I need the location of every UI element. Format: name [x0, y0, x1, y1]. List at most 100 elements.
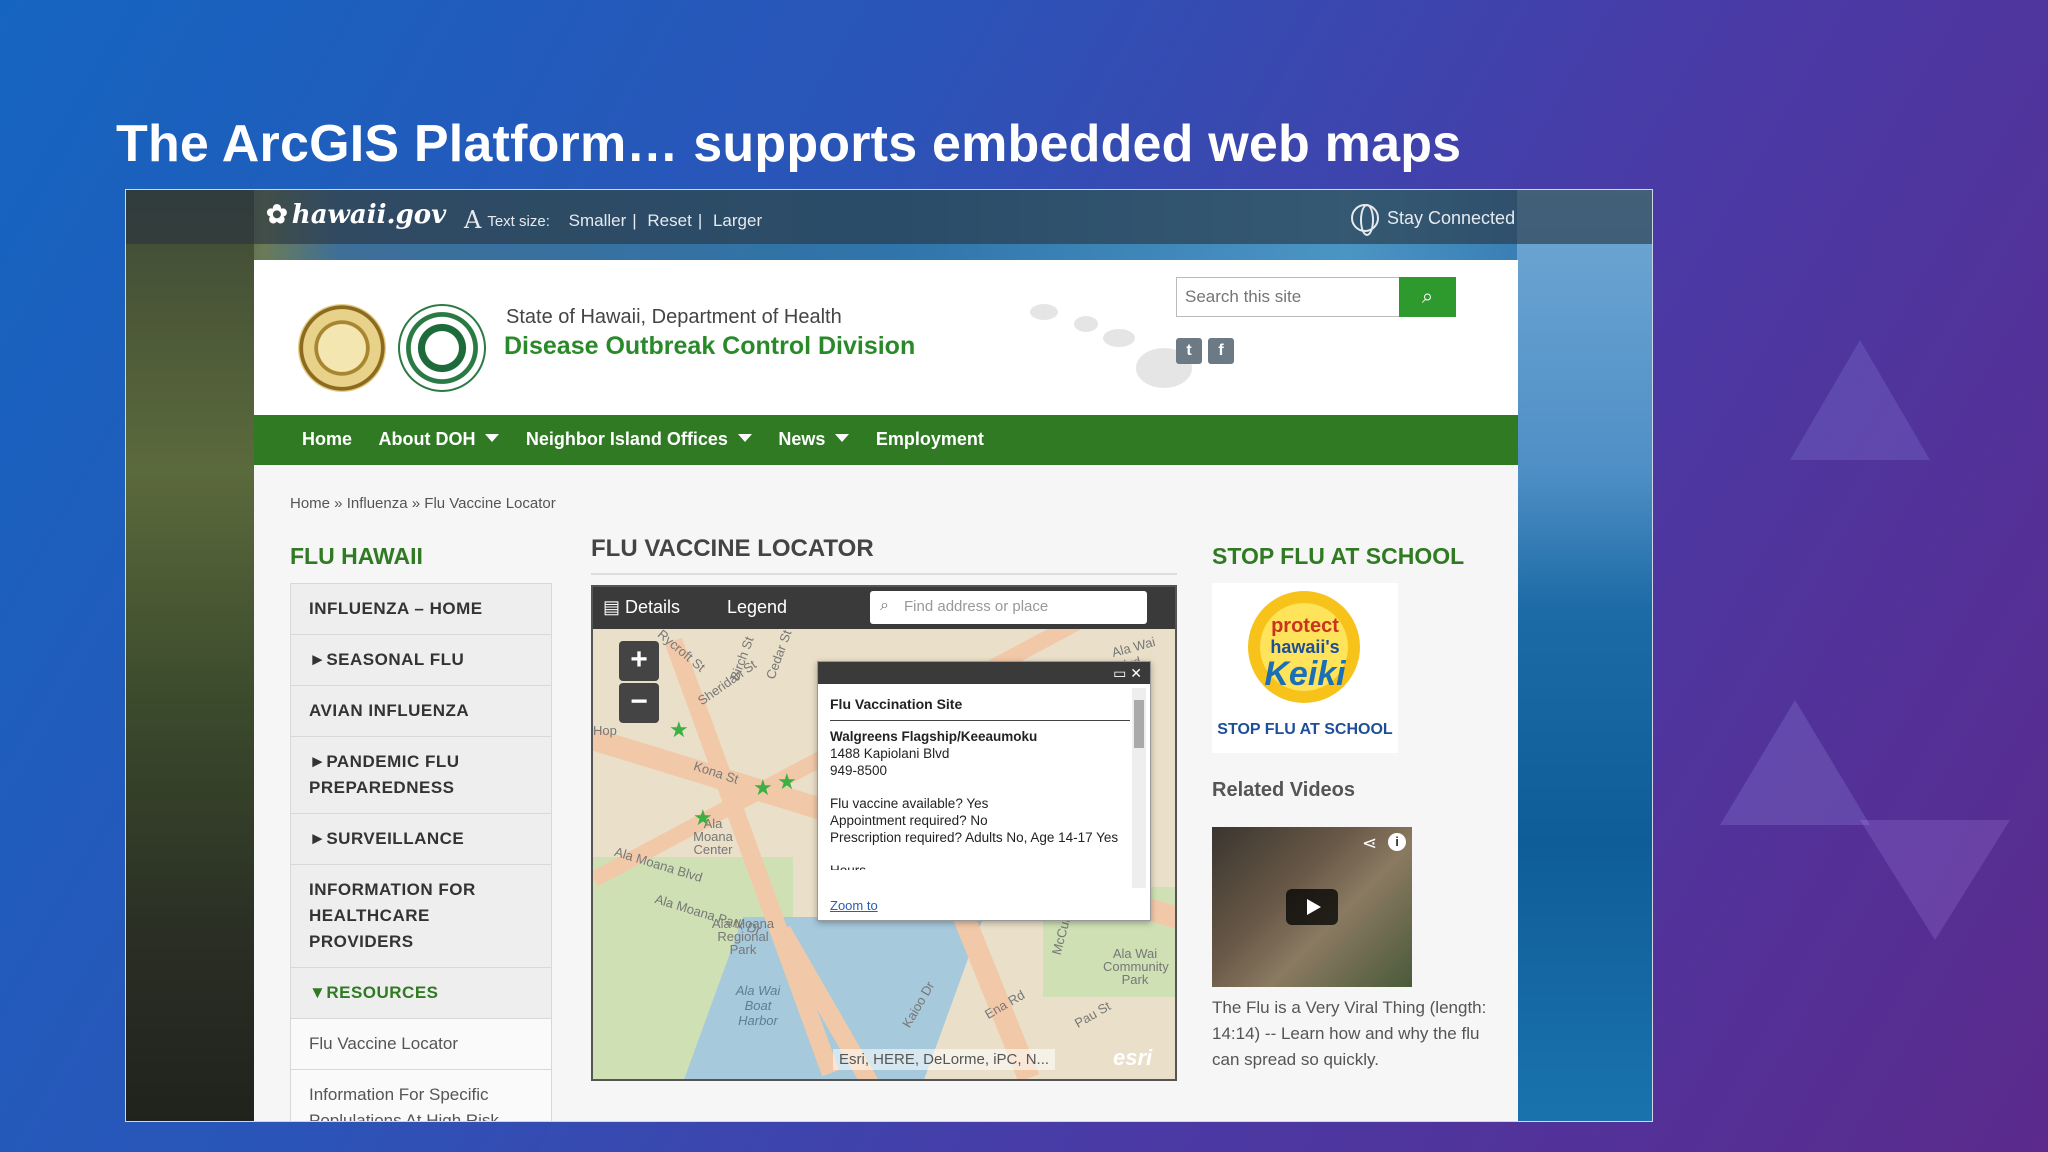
hawaii-gov-logo[interactable]: ✿ hawaii.gov [266, 200, 446, 230]
main-nav: Home About DOH Neighbor Island Offices N… [254, 415, 1518, 465]
map-attribution: Esri, HERE, DeLorme, iPC, N... [833, 1049, 1056, 1070]
social-links: tf [1176, 338, 1240, 364]
separator: | [632, 211, 637, 230]
zoom-to-link[interactable]: Zoom to [830, 898, 878, 913]
breadcrumb-influenza[interactable]: Influenza [347, 495, 408, 512]
map-label: Ala Wai Community Park [1103, 946, 1169, 987]
text-reset-link[interactable]: Reset [647, 211, 691, 230]
info-icon[interactable]: i [1388, 833, 1406, 851]
stay-connected-label: Stay Connected [1387, 208, 1516, 228]
vaccine-site-marker[interactable]: ★ [669, 719, 689, 741]
video-thumbnail[interactable]: ⋖ i [1212, 827, 1412, 987]
popup-title: Flu Vaccination Site [830, 696, 963, 712]
map-toolbar: ▤ Details Legend ⌕ Find address or place [593, 587, 1175, 629]
division-name[interactable]: Disease Outbreak Control Division [504, 332, 915, 361]
left-nav-surveillance[interactable]: ►SURVEILLANCE [290, 813, 552, 864]
divider [591, 573, 1177, 575]
vaccine-site-marker[interactable]: ★ [693, 807, 713, 829]
text-larger-link[interactable]: Larger [713, 211, 762, 230]
search-input[interactable] [1176, 277, 1400, 317]
play-icon[interactable] [1286, 889, 1338, 925]
left-nav-resources[interactable]: ▼RESOURCES [290, 967, 552, 1018]
map-label: Ala Moana Center [693, 816, 733, 857]
map-label: Hop [593, 723, 617, 738]
facebook-icon[interactable]: f [1208, 338, 1234, 364]
background-ocean [1517, 190, 1652, 1121]
nav-about-doh[interactable]: About DOH [378, 429, 500, 450]
top-bar: ✿ hawaii.gov A Text size: Smaller | Reset | … [126, 190, 1652, 244]
zoom-in-button[interactable]: + [619, 641, 659, 681]
close-icon[interactable]: ✕ [1130, 665, 1142, 681]
vaccine-available: Flu vaccine available? Yes [830, 796, 989, 811]
left-nav-flu-vaccine-locator[interactable]: Flu Vaccine Locator [290, 1018, 552, 1069]
breadcrumb-current: Flu Vaccine Locator [424, 495, 556, 512]
nav-label: Employment [875, 429, 984, 449]
related-videos-heading: Related Videos [1212, 779, 1356, 801]
protect-hawaiis-keiki-logo[interactable]: protect hawaii's Keiki STOP FLU AT SCHOO… [1212, 583, 1398, 753]
nav-neighbor-island-offices[interactable]: Neighbor Island Offices [526, 429, 752, 450]
popup-body: Walgreens Flagship/Keeaumoku 1488 Kapiol… [830, 728, 1130, 870]
vaccine-site-marker[interactable]: ★ [777, 771, 797, 793]
legend-tab[interactable]: Legend [727, 597, 787, 618]
map-search-input[interactable]: ⌕ Find address or place [870, 591, 1147, 624]
page: State of Hawaii, Department of Health Di… [254, 260, 1518, 1121]
state-seal-icon [298, 304, 386, 392]
nav-label: Home [302, 429, 353, 449]
details-label: Details [625, 597, 681, 617]
text-size-icon: A [464, 206, 482, 234]
left-nav-healthcare-providers[interactable]: INFORMATION FOR HEALTHCARE PROVIDERS [290, 864, 552, 967]
esri-logo: esri [1113, 1045, 1153, 1070]
map-search-placeholder: Find address or place [904, 598, 1049, 615]
search-button[interactable]: ⌕ [1399, 277, 1456, 317]
text-smaller-link[interactable]: Smaller [569, 211, 627, 230]
document-icon: ▤ [603, 597, 626, 617]
slide-title: The ArcGIS Platform… supports embedded w… [116, 115, 1462, 173]
stay-connected-button[interactable]: Stay Connected [1351, 204, 1516, 236]
nav-employment[interactable]: Employment [876, 429, 984, 450]
left-nav-high-risk-populations[interactable]: Information For Specific Poplulations At… [290, 1069, 552, 1121]
globe-icon [1351, 204, 1379, 236]
text-size-controls: A Text size: Smaller | Reset | Larger [464, 206, 762, 234]
breadcrumb: Home » Influenza » Flu Vaccine Locator [290, 495, 556, 512]
nav-label: News [778, 429, 826, 449]
popup-header: ▭ ✕ [818, 662, 1150, 684]
left-nav-influenza-home[interactable]: INFLUENZA – HOME [290, 583, 552, 634]
map-popup: ▭ ✕ Flu Vaccination Site Walgreens Flags… [817, 661, 1151, 921]
twitter-icon[interactable]: t [1176, 338, 1202, 364]
prescription-required: Prescription required? Adults No, Age 14… [830, 830, 1119, 845]
zoom-out-button[interactable]: − [619, 683, 659, 723]
caret-down-icon [485, 434, 500, 442]
left-nav-avian-influenza[interactable]: AVIAN INFLUENZA [290, 685, 552, 736]
hours-label: Hours [830, 862, 1130, 870]
share-icon[interactable]: ⋖ [1362, 833, 1377, 854]
left-nav: INFLUENZA – HOME ►SEASONAL FLU AVIAN INF… [290, 583, 552, 1121]
nav-news[interactable]: News [778, 429, 850, 450]
nav-label: Neighbor Island Offices [525, 429, 728, 449]
right-section-title: STOP FLU AT SCHOOL [1212, 543, 1465, 569]
background-cliff [126, 190, 254, 1121]
video-description: The Flu is a Very Viral Thing (length: 1… [1212, 998, 1487, 1069]
left-nav-seasonal-flu[interactable]: ►SEASONAL FLU [290, 634, 552, 685]
dept-name: State of Hawaii, Department of Health [506, 306, 842, 328]
site-phone: 949-8500 [830, 763, 888, 778]
keiki-stop-flu: STOP FLU AT SCHOOL [1217, 721, 1393, 738]
web-map[interactable]: Kona St Sheridan St Birch St Cedar St Al… [591, 585, 1177, 1081]
map-label: Pau St [1071, 998, 1114, 1031]
nav-home[interactable]: Home [302, 429, 352, 450]
hawaii-islands-icon [1030, 304, 1192, 388]
doh-seal-icon [398, 304, 486, 392]
site-name: Walgreens Flagship/Keeaumoku [830, 729, 1038, 744]
keiki-protect: protect [1271, 615, 1339, 637]
details-tab[interactable]: ▤ Details [603, 597, 680, 618]
popup-scrollbar[interactable] [1132, 688, 1146, 888]
left-nav-pandemic-flu[interactable]: ►PANDEMIC FLU PREPAREDNESS [290, 736, 552, 813]
popup-divider [830, 720, 1130, 721]
maximize-icon[interactable]: ▭ [1113, 665, 1126, 681]
map-label: Cedar St [762, 627, 795, 682]
nav-label: About DOH [378, 429, 476, 449]
site-header: State of Hawaii, Department of Health Di… [254, 260, 1518, 415]
breadcrumb-home[interactable]: Home [290, 495, 330, 512]
caret-down-icon [835, 434, 850, 442]
vaccine-site-marker[interactable]: ★ [753, 777, 773, 799]
text-size-label: Text size: [487, 213, 550, 230]
